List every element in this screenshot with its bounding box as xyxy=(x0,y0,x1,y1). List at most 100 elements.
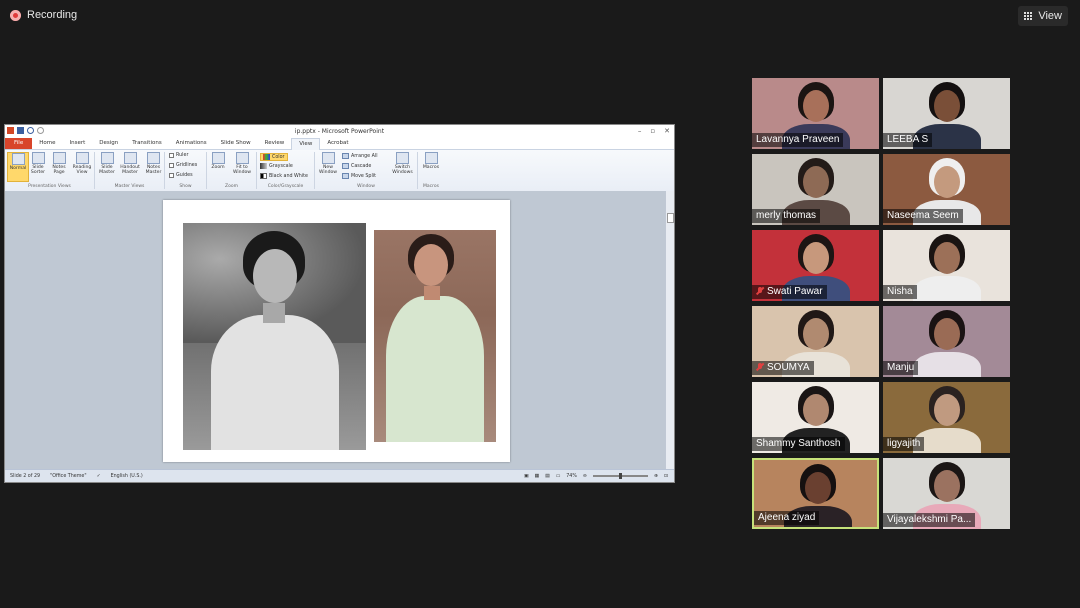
normal-view-button[interactable]: Normal xyxy=(7,152,29,182)
zoom-label: Zoom xyxy=(211,165,225,170)
gridlines-checkbox[interactable]: Gridlines xyxy=(169,163,197,168)
slide-editing-area[interactable] xyxy=(5,191,668,471)
handout-master-label: Handout Master xyxy=(120,165,140,175)
new-window-button[interactable]: New Window xyxy=(317,152,339,175)
checkbox-icon xyxy=(169,163,174,168)
notes-page-button[interactable]: Notes Page xyxy=(49,152,69,175)
fit-window-icon xyxy=(235,152,249,164)
black-and-white-option[interactable]: Black and White xyxy=(260,173,308,179)
ruler-label: Ruler xyxy=(176,153,189,158)
move-split-button[interactable]: Move Split xyxy=(342,173,376,179)
zoom-level[interactable]: 74% xyxy=(566,474,577,479)
tab-home[interactable]: Home xyxy=(32,138,62,149)
color-swatch-icon xyxy=(263,154,270,160)
tab-file[interactable]: File xyxy=(5,138,33,149)
switch-windows-button[interactable]: Switch Windows xyxy=(389,152,416,175)
participant-name-text: Shammy Santhosh xyxy=(756,438,841,449)
fit-slide-icon[interactable]: ⊡ xyxy=(664,474,668,479)
close-icon[interactable]: ✕ xyxy=(664,127,670,135)
current-slide[interactable] xyxy=(163,200,510,462)
participant-tile[interactable]: LEEBA S xyxy=(883,78,1010,149)
scroll-thumb[interactable] xyxy=(667,213,674,223)
grayscale-option[interactable]: Grayscale xyxy=(260,163,293,169)
tab-design[interactable]: Design xyxy=(92,138,125,149)
arrange-all-icon xyxy=(342,153,349,159)
participant-tile[interactable]: Vijayalekshmi Pa... xyxy=(883,458,1010,529)
tab-acrobat[interactable]: Acrobat xyxy=(320,138,355,149)
tab-transitions[interactable]: Transitions xyxy=(125,138,168,149)
group-presentation-views: Normal Slide Sorter Notes Page Reading V… xyxy=(5,152,95,189)
participant-name-text: Naseema Seem xyxy=(887,210,959,221)
tab-review[interactable]: Review xyxy=(258,138,292,149)
spellcheck-icon[interactable]: ✓ xyxy=(97,474,101,479)
view-reading-icon[interactable]: ▤ xyxy=(545,474,550,479)
zoom-in-icon[interactable]: ⊕ xyxy=(654,474,658,479)
participant-tile[interactable]: Lavannya Praveen xyxy=(752,78,879,149)
tab-slide-show[interactable]: Slide Show xyxy=(214,138,258,149)
participant-tile[interactable]: Manju xyxy=(883,306,1010,377)
arrange-all-button[interactable]: Arrange All xyxy=(342,153,378,159)
group-label: Presentation Views xyxy=(28,184,71,189)
tab-animations[interactable]: Animations xyxy=(169,138,214,149)
notes-master-icon xyxy=(147,152,160,164)
participant-name: merly thomas xyxy=(752,209,821,223)
macros-icon xyxy=(424,152,438,164)
participant-tile[interactable]: SOUMYA xyxy=(752,306,879,377)
minimize-icon[interactable]: – xyxy=(638,127,642,135)
participant-name-text: Swati Pawar xyxy=(767,286,823,297)
cascade-button[interactable]: Cascade xyxy=(342,163,371,169)
tab-view[interactable]: View xyxy=(291,137,321,150)
notes-master-button[interactable]: Notes Master xyxy=(143,152,164,175)
participant-face xyxy=(934,90,960,122)
tab-insert[interactable]: Insert xyxy=(62,138,92,149)
view-slideshow-icon[interactable]: ▭ xyxy=(556,474,561,479)
view-normal-icon[interactable]: ▣ xyxy=(524,474,529,479)
childhood-photo-bw[interactable] xyxy=(183,223,366,450)
slide-master-button[interactable]: Slide Master xyxy=(97,152,117,175)
recording-indicator[interactable]: Recording xyxy=(10,9,77,21)
group-zoom: Zoom Fit to Window Zoom xyxy=(207,152,257,189)
zoom-slider-thumb[interactable] xyxy=(618,473,622,479)
participant-tile[interactable]: ligyajith xyxy=(883,382,1010,453)
handout-master-button[interactable]: Handout Master xyxy=(118,152,142,175)
participant-tile[interactable]: Naseema Seem xyxy=(883,154,1010,225)
mic-muted-icon xyxy=(756,363,764,371)
participant-name-text: LEEBA S xyxy=(887,134,929,145)
magnifier-icon xyxy=(211,152,225,164)
reading-view-button[interactable]: Reading View xyxy=(70,152,94,175)
participant-face xyxy=(934,318,960,350)
mic-muted-icon xyxy=(756,287,764,295)
macros-button[interactable]: Macros xyxy=(421,152,441,170)
participant-tile[interactable]: Shammy Santhosh xyxy=(752,382,879,453)
color-option[interactable]: Color xyxy=(260,153,288,161)
view-sorter-icon[interactable]: ▦ xyxy=(535,474,540,479)
zoom-slider[interactable] xyxy=(592,473,648,479)
ruler-checkbox[interactable]: Ruler xyxy=(169,153,188,158)
recording-dot-icon xyxy=(10,9,21,21)
maximize-icon[interactable]: ▫ xyxy=(650,127,655,135)
participant-name-text: Lavannya Praveen xyxy=(756,134,840,145)
group-color-grayscale: Color Grayscale Black and White Color/Gr… xyxy=(257,152,315,189)
cascade-label: Cascade xyxy=(351,163,372,169)
participant-tile[interactable]: Swati Pawar xyxy=(752,230,879,301)
new-window-icon xyxy=(321,152,335,164)
view-button[interactable]: View xyxy=(1018,6,1068,26)
zoom-button[interactable]: Zoom xyxy=(209,152,227,170)
group-label: Macros xyxy=(423,184,439,189)
zoom-out-icon[interactable]: ⊖ xyxy=(583,474,587,479)
participant-tile[interactable]: Ajeena ziyad xyxy=(752,458,879,529)
participant-name-text: ligyajith xyxy=(887,438,921,449)
grid-icon xyxy=(1024,11,1033,21)
participant-tile[interactable]: Nisha xyxy=(883,230,1010,301)
participant-tile[interactable]: merly thomas xyxy=(752,154,879,225)
participant-face xyxy=(934,166,960,198)
group-show: Ruler Gridlines Guides Show xyxy=(165,152,207,189)
move-split-icon xyxy=(342,173,349,179)
language-indicator[interactable]: English (U.S.) xyxy=(111,474,143,479)
slide-sorter-button[interactable]: Slide Sorter xyxy=(28,152,48,175)
guides-checkbox[interactable]: Guides xyxy=(169,173,193,178)
childhood-photo-color[interactable] xyxy=(374,230,496,442)
cascade-icon xyxy=(342,163,349,169)
fit-to-window-button[interactable]: Fit to Window xyxy=(228,152,256,175)
vertical-scrollbar[interactable] xyxy=(665,191,674,471)
